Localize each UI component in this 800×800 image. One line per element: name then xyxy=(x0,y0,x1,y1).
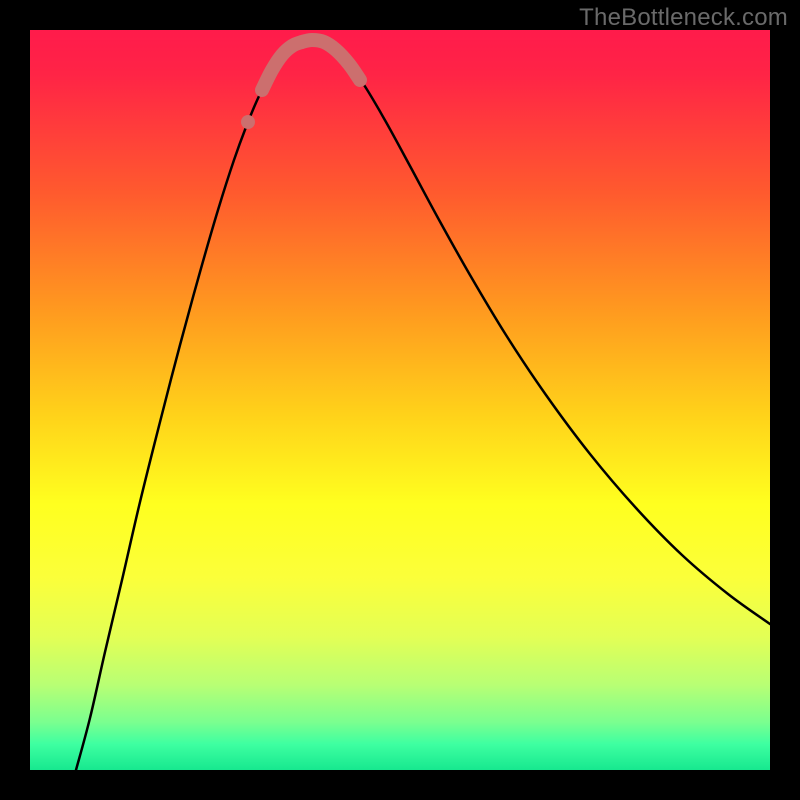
chart-frame: TheBottleneck.com xyxy=(0,0,800,800)
highlight-dot xyxy=(241,115,255,129)
chart-svg xyxy=(30,30,770,770)
plot-area xyxy=(30,30,770,770)
gradient-bg xyxy=(30,30,770,770)
watermark-text: TheBottleneck.com xyxy=(579,4,788,32)
